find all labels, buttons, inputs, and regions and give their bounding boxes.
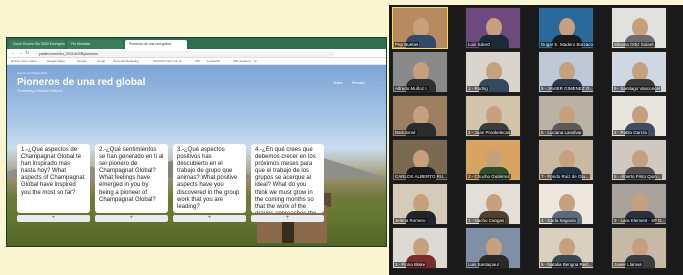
bookmark[interactable]: Wiki Anatomy - IV... bbox=[233, 59, 259, 63]
add-post-button[interactable]: + bbox=[173, 215, 246, 222]
forward-icon[interactable]: → bbox=[18, 50, 23, 56]
participant-tile[interactable]: 2 - Chucho Gutiérrez bbox=[465, 139, 521, 181]
participant-tile[interactable]: Javier Llamas bbox=[611, 227, 667, 269]
browser-tab[interactable]: Zoom Rooms Sin 3000 Emergencias bbox=[9, 40, 65, 49]
bookmark[interactable]: Personal Marketing bbox=[113, 59, 139, 63]
padlet-subtitle: Pioneering a Marista Network bbox=[17, 89, 63, 93]
participant-name: Jelena Romero bbox=[394, 218, 427, 223]
bookmarks-bar: Rincón como saber Google Maps Google Gma… bbox=[7, 58, 386, 65]
participant-name: 1 - Fiona Blake bbox=[394, 262, 427, 267]
participant-name: 2 - Pablo García bbox=[613, 130, 648, 135]
more-button[interactable]: ··· bbox=[375, 81, 379, 85]
cabin-door bbox=[282, 220, 294, 243]
participant-tile[interactable]: 1 - Rodrig bbox=[465, 51, 521, 93]
participant-tile[interactable]: Bartolomé bbox=[392, 95, 448, 137]
video-gallery: Pep Buetas Luis Sánez Dugar E. Madero Burz… bbox=[387, 5, 683, 275]
bookmark[interactable]: Google bbox=[77, 59, 87, 63]
question-card[interactable]: 3.-¿Qué aspectos positivos has descubier… bbox=[173, 144, 246, 213]
participant-name: 1 - Rodrig bbox=[467, 86, 489, 91]
participant-name: 2 - Chucho Gutiérrez bbox=[467, 174, 511, 179]
back-icon[interactable]: ← bbox=[11, 50, 16, 56]
participant-tile[interactable]: Jelena Romero bbox=[392, 183, 448, 225]
screen-frame: Zoom Rooms Sin 3000 Emergencias Pio Mari… bbox=[0, 0, 683, 275]
padlet-header: Agosto de Pulida 2021 Pioneros de una re… bbox=[17, 71, 217, 93]
participant-name: CARLOS ALBERTO RU... bbox=[394, 174, 447, 179]
participant-name: 5 - JAVIER GIMENEZ O... bbox=[540, 86, 594, 91]
participant-name: 2 - Juan Pronkelecas bbox=[467, 130, 512, 135]
participant-name: Pep Buetas bbox=[394, 42, 420, 47]
question-card[interactable]: 4.-¿En qué crees que debemos crecer en l… bbox=[251, 144, 324, 213]
participant-tile[interactable]: 5 - Natalia Bengoa Red... bbox=[538, 227, 594, 269]
participant-name: Dugar E. Madero Burzaco bbox=[540, 42, 594, 47]
bookmark[interactable]: Gmail bbox=[97, 59, 105, 63]
participant-name: Javier Llamas bbox=[613, 262, 643, 267]
participant-name: Bartolomé bbox=[394, 130, 417, 135]
participant-tile[interactable]: Pep Buetas bbox=[392, 7, 448, 49]
bookmark[interactable]: API bbox=[195, 59, 200, 63]
add-post-button[interactable]: + bbox=[95, 215, 168, 222]
participant-tile[interactable]: Silvana Ortiz Solaré bbox=[611, 7, 667, 49]
participant-tile[interactable]: 3 - Nacho Cangas bbox=[465, 183, 521, 225]
bookmark[interactable]: Google Maps bbox=[47, 59, 65, 63]
participant-name: 9 - Santiago Vasconcel bbox=[613, 86, 661, 91]
participant-tile[interactable]: 2 - Pablo García bbox=[611, 95, 667, 137]
bookmark[interactable]: PAUTAS CSCI con la bbox=[153, 59, 181, 63]
participant-name: Luis Santaipaul bbox=[467, 262, 500, 267]
participant-tile[interactable]: 9 - Santiago Vasconcel bbox=[611, 51, 667, 93]
bookmark[interactable]: Lurdes99 bbox=[207, 59, 220, 63]
participant-tile[interactable]: Dugar E. Madero Burzaco bbox=[538, 7, 594, 49]
participant-name: 6 - Luciana Landivar bbox=[540, 130, 583, 135]
share-button[interactable]: Share bbox=[333, 81, 342, 85]
participant-tile[interactable]: Luis Santaipaul bbox=[465, 227, 521, 269]
participant-name: 5 - Alberto Pinto Quin... bbox=[613, 174, 662, 179]
browser-window: Zoom Rooms Sin 3000 Emergencias Pio Mari… bbox=[6, 37, 387, 247]
participant-tile[interactable]: Luis Sánez bbox=[465, 7, 521, 49]
address-bar: ← → ↻ padlet.com/n/fcr_2021/ed7f8/pioner… bbox=[7, 49, 386, 58]
reload-icon[interactable]: ↻ bbox=[25, 50, 29, 56]
participant-tile[interactable]: 5 - Alberto Pinto Quin... bbox=[611, 139, 667, 181]
participant-tile[interactable]: Alfredo Muñoz I. bbox=[392, 51, 448, 93]
participant-name: Alfredo Muñoz I. bbox=[394, 86, 429, 91]
add-post-button[interactable]: + bbox=[17, 215, 90, 222]
participant-tile[interactable]: CARLOS ALBERTO RU... bbox=[392, 139, 448, 181]
padlet-title: Pioneros de una red global bbox=[17, 77, 146, 88]
url-input[interactable]: padlet.com/n/fcr_2021/ed7f8/pioneros bbox=[35, 51, 335, 57]
participant-name: Luis Sánez bbox=[467, 42, 492, 47]
participant-tile[interactable]: 6 - Luciana Landivar bbox=[538, 95, 594, 137]
add-post-button[interactable]: + bbox=[251, 215, 324, 222]
question-card[interactable]: 2.-¿Qué sentimientos se han generado en … bbox=[95, 144, 168, 213]
participant-name: Silvana Ortiz Solaré bbox=[613, 42, 655, 47]
participant-name: 3 - Nacho Cangas bbox=[467, 218, 506, 223]
bookmark[interactable]: Rincón como saber bbox=[11, 59, 37, 63]
tab-bar: Zoom Rooms Sin 3000 Emergencias Pio Mari… bbox=[7, 38, 386, 49]
participant-tile[interactable]: 3 - Lara Klement - SF D... bbox=[611, 183, 667, 225]
question-card[interactable]: 1.-¿Qué aspectos de Champagnat Global te… bbox=[17, 144, 90, 213]
participant-name: 5 - Natalia Bengoa Red... bbox=[540, 262, 593, 267]
participant-name: 4 - Carla Segovia bbox=[540, 218, 577, 223]
padlet-toolbar: Share Remake ··· bbox=[328, 71, 378, 89]
remake-button[interactable]: Remake bbox=[352, 81, 365, 85]
participant-tile[interactable]: 7 - Fondo Ruiz de Olu... bbox=[538, 139, 594, 181]
participant-tile[interactable]: 5 - JAVIER GIMENEZ O... bbox=[538, 51, 594, 93]
padlet-board: Agosto de Pulida 2021 Pioneros de una re… bbox=[7, 65, 386, 246]
participant-name: 7 - Fondo Ruiz de Olu... bbox=[540, 174, 590, 179]
browser-tab-active[interactable]: Pioneros de una red global bbox=[125, 40, 187, 49]
browser-tab[interactable]: Pio Maristas bbox=[67, 40, 123, 49]
participant-tile[interactable]: 4 - Carla Segovia bbox=[538, 183, 594, 225]
participant-name: 3 - Lara Klement - SF D... bbox=[613, 218, 666, 223]
participant-tile[interactable]: 2 - Juan Pronkelecas bbox=[465, 95, 521, 137]
participant-tile[interactable]: 1 - Fiona Blake bbox=[392, 227, 448, 269]
padlet-author: Agosto de Pulida 2021 bbox=[17, 71, 48, 75]
